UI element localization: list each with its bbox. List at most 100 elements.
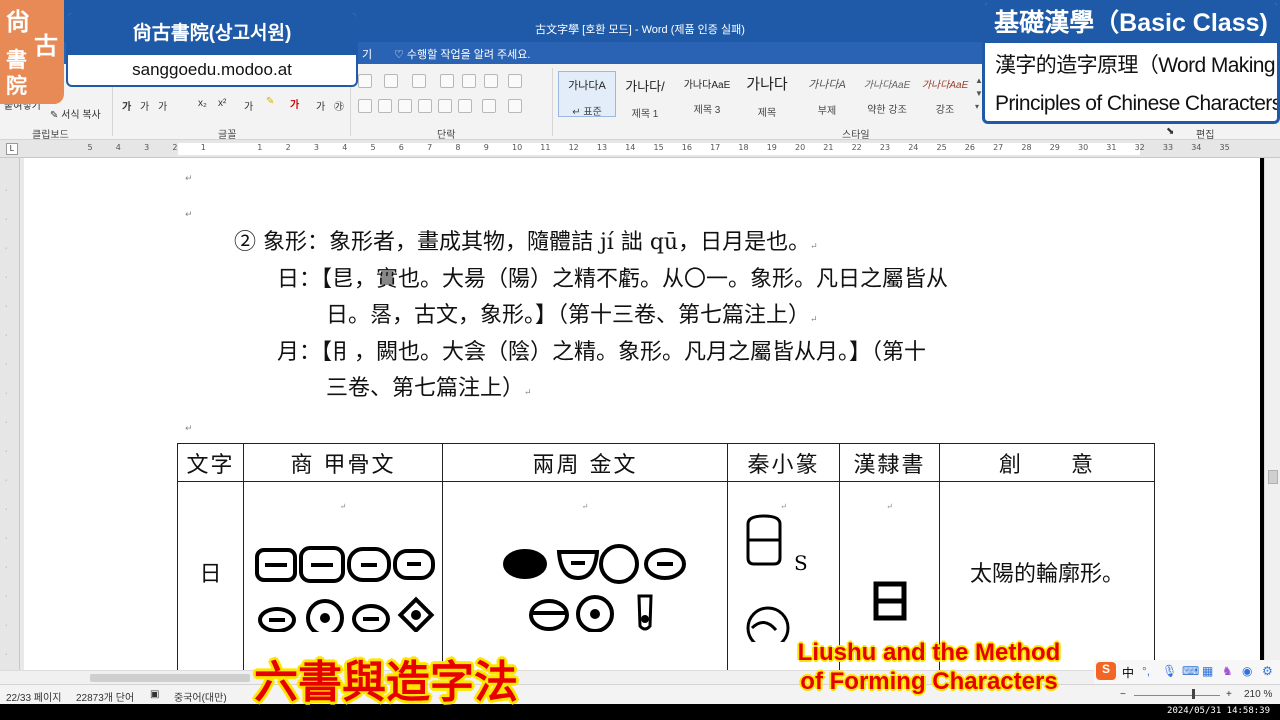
style-subtle-emphasis[interactable]: 가나다AaE 약한 강조 [858,71,916,117]
document-page[interactable]: ↵ ↵ ② 象形：象形者，畫成其物，隨體詰 jí 詘 qū，日月是也。↵ 日：【… [24,158,1260,670]
taskbar-strip: 2024/05/31 14:58:39 [0,704,1280,720]
ruler-number: 2 [172,143,178,152]
ruler-number: 11 [540,143,551,152]
seal-glyphs: S [746,514,808,650]
subscript-button[interactable]: x₂ [198,98,207,109]
document-area: ↵ ↵ ② 象形：象形者，畫成其物，隨體詰 jí 詘 qū，日月是也。↵ 日：【… [20,158,1260,670]
superscript-button[interactable]: x² [218,98,226,109]
sogou-s-icon[interactable]: S [1096,662,1116,680]
show-marks-button[interactable] [508,74,522,88]
borders-button[interactable] [508,99,522,113]
ruler-number: 15 [653,143,664,152]
ruler-tick: · [5,390,8,397]
increase-indent-button[interactable] [462,74,476,88]
settings-icon[interactable]: ⚙ [1262,664,1273,678]
style-standard[interactable]: 가나다A ↵ 표준 [558,71,616,118]
seal-glyph-stroke [750,621,777,632]
style-emphasis[interactable]: 가나다AaE 강조 [916,71,974,117]
timestamp: 2024/05/31 14:58:39 [1167,706,1270,716]
ruler-tick: · [5,477,8,484]
proofing-icon[interactable]: ▣ [150,689,159,700]
font-color-icon[interactable]: 가 [290,96,299,111]
seal-note: S [794,551,808,575]
style-subtitle[interactable]: 가나다A 부제 [798,71,856,117]
paragraph-ri-line2: 日。㬁，古文，象形。】（第十三卷、第七篇注上）↵ [326,303,818,328]
zoom-in-button[interactable]: + [1226,689,1232,700]
line-spacing-button[interactable] [458,99,472,113]
toolbox-icon[interactable]: ◉ [1242,664,1252,678]
highlight-icon[interactable]: ✎ [266,96,274,107]
menu-tab-fragment[interactable]: 기 [362,46,372,62]
bullets-button[interactable] [358,74,372,88]
ruler-tick: · [5,274,8,281]
ruler-number: 3 [144,143,150,152]
styles-dialog-launcher[interactable]: ⬊ [1166,126,1174,137]
microphone-icon[interactable]: 🎙 [1162,664,1177,678]
vertical-scrollbar[interactable] [1264,158,1280,670]
align-right-button[interactable] [398,99,412,113]
oracle-glyph-dot [410,610,421,620]
char-shading-button[interactable]: 가 [316,98,325,113]
ruler-number: 32 [1134,143,1145,152]
table-header: 創 意 [939,443,1155,482]
language-indicator[interactable]: 중국어(대만) [174,689,227,704]
paragraph-mark: ↵ [185,173,193,183]
style-title[interactable]: 가나다 제목 [738,71,796,119]
punctuation-icon[interactable]: °, [1142,664,1150,678]
align-center-button[interactable] [378,99,392,113]
ruler-tick: · [5,332,8,339]
ruler-number: 16 [681,143,692,152]
ruler-number: 1 [257,143,263,152]
scrollbar-thumb[interactable] [1268,470,1278,484]
sort-button[interactable] [484,74,498,88]
vertical-ruler[interactable]: · · · · · · · · · · · · · · · · · [0,158,20,670]
ime-mode-indicator[interactable]: 中 [1122,664,1134,681]
tab-selector[interactable]: L [6,143,18,155]
shading-button[interactable] [482,99,496,113]
page-count[interactable]: 22/33 페이지 [6,689,61,704]
tell-me-search[interactable]: ♡ 수행할 작업을 알려 주세요. [394,46,530,62]
decrease-indent-button[interactable] [440,74,454,88]
ruler-number: 34 [1191,143,1202,152]
text-effects-button[interactable]: 가 [244,98,253,113]
format-painter-button[interactable]: ✎ 서식 복사 [50,106,101,121]
ruler-number: 9 [483,143,489,152]
zoom-out-button[interactable]: − [1120,689,1126,700]
academy-card: 尙古書院(상고서원) sanggoedu.modoo.at [66,11,358,87]
enclose-char-button[interactable]: ㉮ [334,98,344,113]
multilevel-list-button[interactable] [412,74,426,88]
bronze-glyph-dot [641,615,649,623]
keyboard-icon[interactable]: ⌨ [1182,664,1199,678]
justify-button[interactable] [418,99,432,113]
paragraph-yue-line1: 月：【⺝，闕也。大侌（陰）之精。象形。凡月之屬皆从月。】（第十 [277,340,927,365]
ruler-number: 29 [1049,143,1060,152]
distributed-button[interactable] [438,99,452,113]
grid-icon[interactable]: ▦ [1202,664,1213,678]
skin-icon[interactable]: ♞ [1222,664,1233,678]
zoom-slider-thumb[interactable] [1192,689,1195,699]
ruler-tick: · [5,506,8,513]
scrollbar-thumb[interactable] [90,674,250,682]
ruler-number: 17 [710,143,721,152]
change-case-button[interactable]: 가 [158,98,167,113]
numbering-button[interactable] [384,74,398,88]
editing-group-label: 편집 [1196,130,1215,141]
ruler-tick: · [5,187,8,194]
paintbrush-icon: ✎ [50,110,59,121]
ruler-tick: · [5,535,8,542]
align-left-button[interactable] [358,99,372,113]
style-heading-1[interactable]: 가나다/ 제목 1 [616,71,674,120]
zoom-level[interactable]: 210 % [1244,689,1272,700]
clipboard-group-label: 클립보드 [32,130,69,141]
ruler-number: 6 [398,143,404,152]
paragraph-xiangxing: ② 象形：象形者，畫成其物，隨體詰 jí 詘 qū，日月是也。↵ [234,230,818,255]
font-size-down-button[interactable]: 가 [140,98,149,113]
paragraph-mark: ↵ [185,209,193,219]
horizontal-ruler[interactable]: L 5 4 3 2 1 1 2 3 4 5 6 7 8 9 10 11 12 13 14 15 16 17 18 19 20 21… [0,140,1280,158]
zoom-slider[interactable] [1134,695,1220,696]
font-size-up-button[interactable]: 가 [122,98,131,113]
ruler-tick: · [5,361,8,368]
ruler-number: 30 [1078,143,1089,152]
style-heading-3[interactable]: 가나다AaE 제목 3 [678,71,736,117]
word-count[interactable]: 22873개 단어 [76,689,134,704]
